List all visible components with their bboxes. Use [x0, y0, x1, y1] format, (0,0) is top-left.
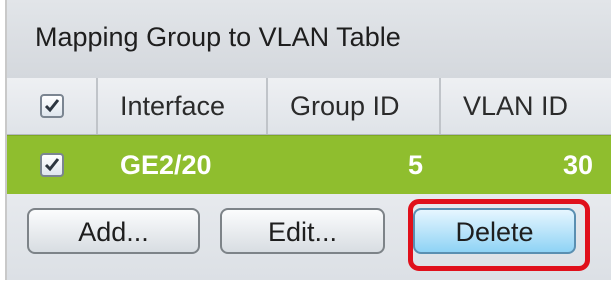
cell-vlan-id: 30: [562, 150, 593, 180]
checkmark-icon: [44, 99, 60, 113]
column-header-group-id[interactable]: Group ID: [268, 78, 441, 134]
vlan-mapping-panel: Mapping Group to VLAN Table Interface Gr…: [5, 0, 611, 280]
column-header-vlan-id[interactable]: VLAN ID: [441, 78, 611, 134]
column-header-interface[interactable]: Interface: [98, 78, 268, 134]
cell-group-id: 5: [407, 150, 423, 180]
table-row[interactable]: GE2/20 5 30: [7, 135, 611, 195]
table-title-bar: Mapping Group to VLAN Table: [7, 0, 611, 79]
delete-button[interactable]: Delete: [413, 208, 576, 254]
row-select-cell: [7, 136, 98, 194]
row-checkbox[interactable]: [40, 153, 64, 177]
edit-button[interactable]: Edit...: [220, 208, 385, 254]
table-header-row: Interface Group ID VLAN ID: [7, 78, 611, 135]
header-select-cell: [7, 78, 98, 134]
add-button[interactable]: Add...: [27, 208, 200, 254]
button-bar: Add... Edit... Delete: [7, 194, 611, 280]
select-all-checkbox[interactable]: [40, 94, 64, 118]
table-title: Mapping Group to VLAN Table: [35, 22, 401, 52]
cell-interface: GE2/20: [120, 150, 212, 180]
checkmark-icon: [44, 158, 60, 172]
